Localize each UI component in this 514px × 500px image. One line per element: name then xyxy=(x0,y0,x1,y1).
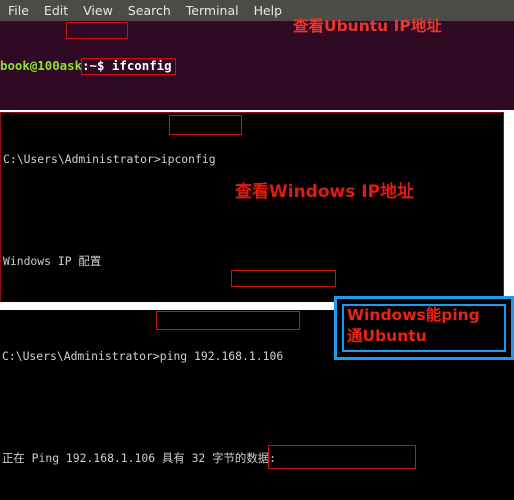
annotation-ubuntu-ip: 查看Ubuntu IP地址 xyxy=(293,17,442,35)
menu-item-view[interactable]: View xyxy=(83,3,113,18)
ubuntu-prompt-line: book@100ask:~$ ifconfig xyxy=(0,57,514,75)
cmd-ipconfig-prompt: C:\Users\Administrator> xyxy=(3,152,161,166)
callout-text-line-1: Windows能ping xyxy=(347,306,480,324)
menu-item-edit[interactable]: Edit xyxy=(44,3,68,18)
cmd-ipconfig-command: ipconfig xyxy=(160,152,216,166)
menu-item-terminal[interactable]: Terminal xyxy=(186,3,239,18)
cmd-ipconfig-output: C:\Users\Administrator>ipconfig Windows … xyxy=(3,117,380,307)
ubuntu-command-ifconfig: ifconfig xyxy=(111,58,172,73)
cmd-ping-prompt-line: C:\Users\Administrator>ping 192.168.1.10… xyxy=(2,348,349,365)
annotation-windows-ip: 查看Windows IP地址 xyxy=(235,182,415,202)
callout-text-line-2: 通Ubuntu xyxy=(347,327,427,345)
ubuntu-prompt-symbol: :~$ xyxy=(82,58,105,73)
menu-item-file[interactable]: File xyxy=(8,3,29,18)
menu-item-help[interactable]: Help xyxy=(254,3,283,18)
ubuntu-terminal-pane: File Edit View Search Terminal Help book… xyxy=(0,0,514,110)
ubuntu-prompt-user: book@100ask xyxy=(0,58,83,73)
cmd-ping-command: ping 192.168.1.106 xyxy=(159,349,284,363)
callout-windows-can-ping-ubuntu: Windows能ping 通Ubuntu xyxy=(334,296,514,360)
cmd-ipconfig-header: Windows IP 配置 xyxy=(3,254,102,268)
cmd-ping-output: C:\Users\Administrator>ping 192.168.1.10… xyxy=(2,314,349,500)
cmd-ipconfig-pane: C:\Users\Administrator>ipconfig Windows … xyxy=(0,112,504,308)
callout-text: Windows能ping 通Ubuntu xyxy=(347,305,507,347)
cmd-ping-prompt: C:\Users\Administrator> xyxy=(2,349,160,363)
menu-item-search[interactable]: Search xyxy=(128,3,171,18)
cmd-ping-header: 正在 Ping 192.168.1.106 具有 32 字节的数据: xyxy=(2,451,276,465)
cmd-ipconfig-prompt-line: C:\Users\Administrator>ipconfig xyxy=(3,151,380,168)
screenshot-root: File Edit View Search Terminal Help book… xyxy=(0,0,514,500)
cmd-blank-1 xyxy=(3,202,380,219)
cmd-ping-blank-1 xyxy=(2,399,349,416)
